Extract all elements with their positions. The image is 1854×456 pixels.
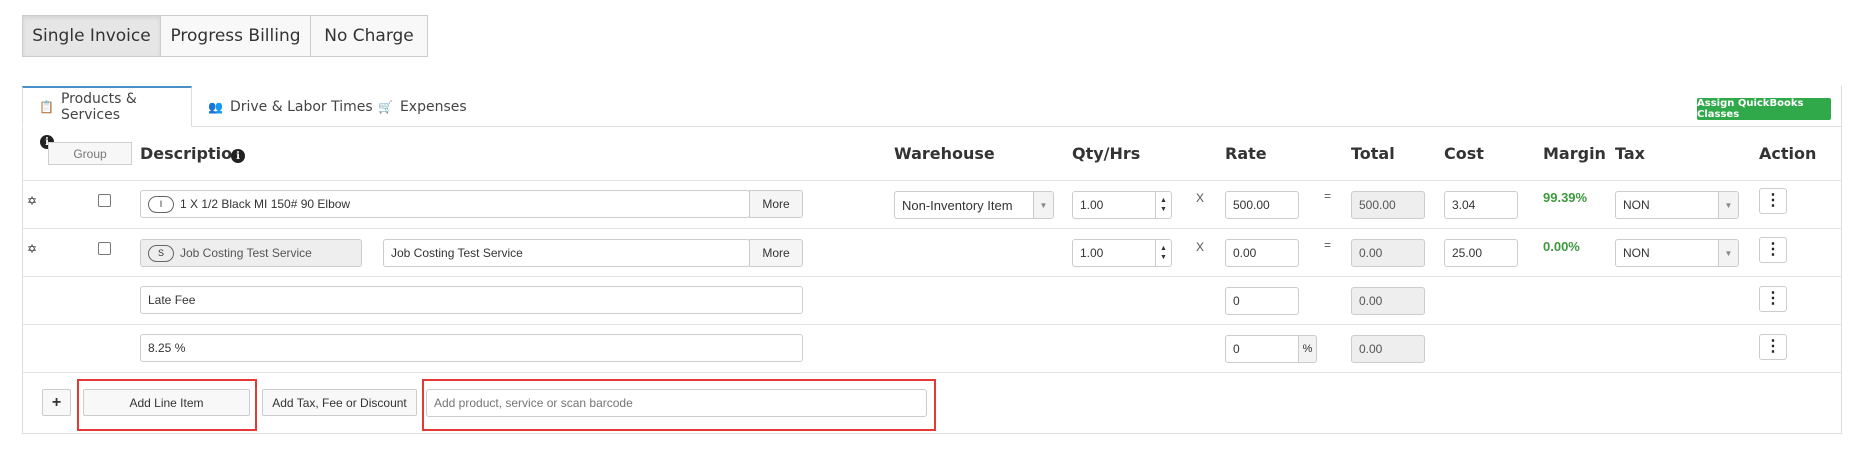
tax-select[interactable]: NON ▼ <box>1615 191 1739 219</box>
row-select-checkbox[interactable] <box>98 242 111 255</box>
description-info-icon[interactable]: i <box>231 149 245 163</box>
tab-drive-labor-times[interactable]: 👥 Drive & Labor Times <box>192 86 389 127</box>
header-warehouse: Warehouse <box>894 144 995 163</box>
header-total: Total <box>1351 144 1395 163</box>
tax-value: NON <box>1623 198 1650 212</box>
header-qty-hrs: Qty/Hrs <box>1072 144 1141 163</box>
tax-description-input[interactable]: 8.25 % <box>140 334 803 362</box>
equals-sign: = <box>1324 238 1332 252</box>
tab-products-services-label: Products & Services <box>60 91 137 123</box>
tab-drive-labor-label: Drive & Labor Times <box>229 98 373 115</box>
cost-input[interactable]: 25.00 <box>1444 239 1518 267</box>
rate-input[interactable]: 0.00 <box>1225 239 1299 267</box>
header-cost: Cost <box>1444 144 1484 163</box>
no-charge-button[interactable]: No Charge <box>311 15 428 57</box>
total-field: 0.00 <box>1351 287 1425 315</box>
item-type-badge: I <box>148 195 174 213</box>
margin-value: 0.00% <box>1543 239 1580 254</box>
cost-input[interactable]: 3.04 <box>1444 191 1518 219</box>
progress-billing-button[interactable]: Progress Billing <box>161 15 311 57</box>
assign-quickbooks-classes-button[interactable]: Assign QuickBooks Classes <box>1697 98 1831 120</box>
description-input[interactable]: I 1 X 1/2 Black MI 150# 90 Elbow <box>140 190 750 218</box>
header-margin: Margin <box>1543 144 1606 163</box>
total-field: 0.00 <box>1351 239 1425 267</box>
stepper-icon[interactable]: ▲ ▼ <box>1155 192 1171 218</box>
percent-addon: % <box>1299 335 1317 363</box>
item-type-badge: S <box>148 244 174 262</box>
row-divider <box>23 276 1841 277</box>
add-tax-fee-discount-button[interactable]: Add Tax, Fee or Discount <box>262 389 417 416</box>
description-text: 1 X 1/2 Black MI 150# 90 Elbow <box>180 197 351 211</box>
clipboard-icon: 📋 <box>39 100 54 114</box>
qty-input[interactable]: 1.00 ▲ ▼ <box>1072 239 1172 267</box>
tab-expenses-label: Expenses <box>399 98 467 115</box>
warehouse-value: Non-Inventory Item <box>902 197 1013 213</box>
fee-description-input[interactable]: Late Fee <box>140 286 803 314</box>
more-button[interactable]: More <box>749 239 803 267</box>
row-actions-button[interactable]: ⋮ <box>1759 188 1787 214</box>
margin-value: 99.39% <box>1543 190 1588 205</box>
expand-plus-button[interactable]: + <box>42 389 71 416</box>
header-description: Description <box>140 144 244 163</box>
stepper-icon[interactable]: ▲ ▼ <box>1155 240 1171 266</box>
total-field: 500.00 <box>1351 191 1425 219</box>
header-rate: Rate <box>1225 144 1267 163</box>
header-action: Action <box>1759 144 1817 163</box>
qty-value: 1.00 <box>1080 198 1104 212</box>
row-actions-button[interactable]: ⋮ <box>1759 334 1787 360</box>
rate-input[interactable]: 0 <box>1225 335 1299 363</box>
total-field: 0.00 <box>1351 335 1425 363</box>
more-button[interactable]: More <box>749 190 803 218</box>
users-icon: 👥 <box>208 99 223 114</box>
service-name-text: Job Costing Test Service <box>180 246 312 260</box>
tab-expenses[interactable]: 🛒 Expenses <box>362 86 483 127</box>
chevron-down-icon: ▼ <box>1033 192 1053 218</box>
cart-icon: 🛒 <box>378 99 393 114</box>
qty-value: 1.00 <box>1080 246 1104 260</box>
rate-input[interactable]: 500.00 <box>1225 191 1299 219</box>
header-tax: Tax <box>1615 144 1645 163</box>
rate-input[interactable]: 0 <box>1225 287 1299 315</box>
row-divider <box>23 228 1841 229</box>
tab-products-services[interactable]: 📋 Products & Services <box>22 86 192 127</box>
description-input[interactable]: Job Costing Test Service <box>383 239 750 267</box>
qty-input[interactable]: 1.00 ▲ ▼ <box>1072 191 1172 219</box>
drag-handle-icon[interactable]: ✡ <box>27 242 37 256</box>
billing-type-group: Single Invoice Progress Billing No Charg… <box>22 15 428 57</box>
row-select-checkbox[interactable] <box>98 194 111 207</box>
product-search-input[interactable] <box>426 389 927 417</box>
tax-select[interactable]: NON ▼ <box>1615 239 1739 267</box>
multiply-sign: X <box>1196 191 1205 205</box>
add-line-item-button[interactable]: Add Line Item <box>83 389 250 416</box>
tax-value: NON <box>1623 246 1650 260</box>
group-toggle[interactable]: Group <box>48 142 132 165</box>
warehouse-select[interactable]: Non-Inventory Item ▼ <box>894 191 1054 219</box>
row-divider <box>23 324 1841 325</box>
row-actions-button[interactable]: ⋮ <box>1759 237 1787 263</box>
row-divider <box>23 180 1841 181</box>
row-divider <box>23 372 1841 373</box>
row-actions-button[interactable]: ⋮ <box>1759 286 1787 312</box>
equals-sign: = <box>1324 189 1332 203</box>
service-name-field: S Job Costing Test Service <box>140 239 362 267</box>
multiply-sign: X <box>1196 240 1205 254</box>
chevron-down-icon: ▼ <box>1718 192 1738 218</box>
chevron-down-icon: ▼ <box>1718 240 1738 266</box>
drag-handle-icon[interactable]: ✡ <box>27 194 37 208</box>
single-invoice-button[interactable]: Single Invoice <box>22 15 161 57</box>
